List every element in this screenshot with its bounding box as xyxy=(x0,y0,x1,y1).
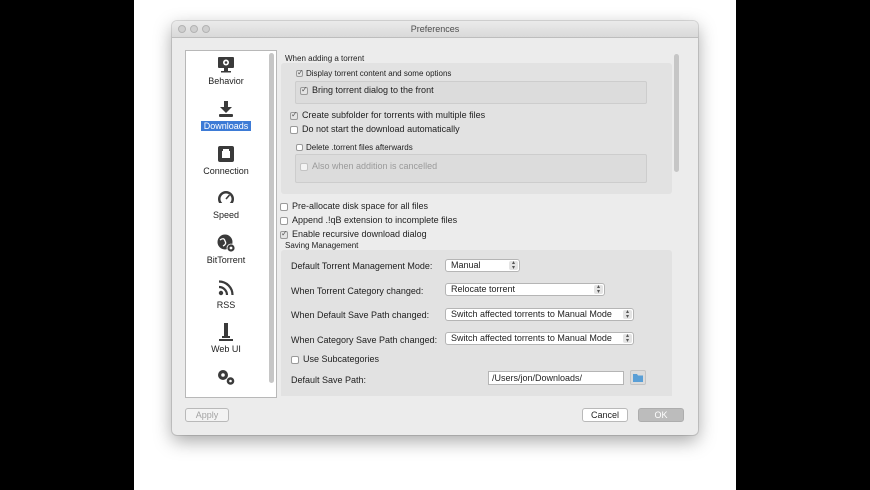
download-icon xyxy=(219,101,233,117)
select-arrows-icon: ▴ ▾ xyxy=(623,309,632,320)
category-path-changed-value: Switch affected torrents to Manual Mode xyxy=(451,333,612,343)
screenshot-background: Preferences Behavior Downloads Connectio… xyxy=(134,0,736,490)
subcategories-checkbox[interactable] xyxy=(291,356,299,364)
management-mode-value: Manual xyxy=(451,260,481,270)
management-mode-label: Default Torrent Management Mode: xyxy=(291,261,433,271)
title-bar[interactable]: Preferences xyxy=(172,21,698,38)
sidebar-item-label: Behavior xyxy=(208,76,244,86)
section-title-saving: Saving Management xyxy=(285,241,359,250)
preallocate-checkbox[interactable] xyxy=(280,203,288,211)
no-auto-start-label: Do not start the download automatically xyxy=(302,124,460,134)
globe-gear-icon xyxy=(217,234,236,253)
sidebar-item-label: BitTorrent xyxy=(206,255,246,265)
sidebar-item-label: Downloads xyxy=(200,121,252,131)
display-content-checkbox[interactable] xyxy=(296,68,304,77)
speedometer-icon xyxy=(218,191,234,207)
sidebar-scrollbar[interactable] xyxy=(269,53,274,383)
web-ui-icon xyxy=(219,323,233,341)
recursive-dialog-label: Enable recursive download dialog xyxy=(292,229,427,239)
sidebar-item-label: Connection xyxy=(203,166,249,176)
append-extension-checkbox[interactable] xyxy=(280,217,288,225)
select-arrows-icon: ▴ ▾ xyxy=(509,260,518,271)
sidebar-item-label: RSS xyxy=(216,300,236,310)
window-title: Preferences xyxy=(410,24,460,34)
cancel-button[interactable]: Cancel xyxy=(582,408,628,422)
default-path-changed-value: Switch affected torrents to Manual Mode xyxy=(451,309,612,319)
section-title-adding: When adding a torrent xyxy=(285,54,365,63)
ok-button[interactable]: OK xyxy=(638,408,684,422)
bring-front-checkbox[interactable] xyxy=(300,85,308,95)
delete-torrent-label: Delete .torrent files afterwards xyxy=(306,143,413,152)
category-path-changed-label: When Category Save Path changed: xyxy=(291,335,438,345)
default-save-path-label: Default Save Path: xyxy=(291,375,367,385)
sidebar-item-bittorrent[interactable]: BitTorrent xyxy=(186,233,266,265)
default-save-path-input[interactable]: /Users/jon/Downloads/ xyxy=(488,371,624,385)
delete-torrent-checkbox[interactable] xyxy=(296,144,303,151)
select-arrows-icon: ▴ ▾ xyxy=(623,333,632,344)
sidebar-item-connection[interactable]: Connection xyxy=(186,144,266,176)
append-extension-label: Append .!qB extension to incomplete file… xyxy=(292,215,458,225)
content-scrollbar[interactable] xyxy=(674,54,679,172)
gears-icon xyxy=(218,370,235,385)
category-path-changed-select[interactable]: Switch affected torrents to Manual Mode … xyxy=(445,332,634,345)
sidebar-item-speed[interactable]: Speed xyxy=(186,188,266,220)
browse-folder-button[interactable] xyxy=(630,370,646,385)
folder-icon xyxy=(633,374,643,382)
rss-icon xyxy=(218,280,234,296)
default-path-changed-select[interactable]: Switch affected torrents to Manual Mode … xyxy=(445,308,634,321)
preallocate-label: Pre-allocate disk space for all files xyxy=(292,201,429,211)
network-port-icon xyxy=(218,146,234,162)
also-cancelled-checkbox[interactable] xyxy=(300,163,308,171)
subcategories-label: Use Subcategories xyxy=(303,354,380,364)
sidebar-item-behavior[interactable]: Behavior xyxy=(186,54,266,86)
sidebar-item-advanced[interactable] xyxy=(186,367,266,387)
preferences-sidebar: Behavior Downloads Connection Speed BitT… xyxy=(185,50,277,398)
sidebar-item-web-ui[interactable]: Web UI xyxy=(186,322,266,354)
apply-button[interactable]: Apply xyxy=(185,408,229,422)
select-arrows-icon: ▴ ▾ xyxy=(594,284,603,295)
sidebar-item-label: Web UI xyxy=(211,344,241,354)
category-changed-label: When Torrent Category changed: xyxy=(291,286,424,296)
sidebar-item-label: Speed xyxy=(212,210,240,220)
downloads-panel: When adding a torrent Display torrent co… xyxy=(278,50,684,396)
monitor-gear-icon xyxy=(218,57,234,73)
category-changed-select[interactable]: Relocate torrent ▴ ▾ xyxy=(445,283,605,296)
create-subfolder-label: Create subfolder for torrents with multi… xyxy=(302,110,486,120)
sidebar-item-downloads[interactable]: Downloads xyxy=(186,99,266,131)
management-mode-select[interactable]: Manual ▴ ▾ xyxy=(445,259,520,272)
create-subfolder-checkbox[interactable] xyxy=(290,110,298,120)
default-path-changed-label: When Default Save Path changed: xyxy=(291,310,430,320)
display-content-label: Display torrent content and some options xyxy=(306,69,452,78)
preferences-window: Preferences Behavior Downloads Connectio… xyxy=(172,21,698,435)
no-auto-start-checkbox[interactable] xyxy=(290,126,298,134)
sidebar-item-rss[interactable]: RSS xyxy=(186,278,266,310)
bring-front-label: Bring torrent dialog to the front xyxy=(312,85,434,95)
category-changed-value: Relocate torrent xyxy=(451,284,516,294)
recursive-dialog-checkbox[interactable] xyxy=(280,229,288,239)
also-cancelled-label: Also when addition is cancelled xyxy=(312,161,438,171)
